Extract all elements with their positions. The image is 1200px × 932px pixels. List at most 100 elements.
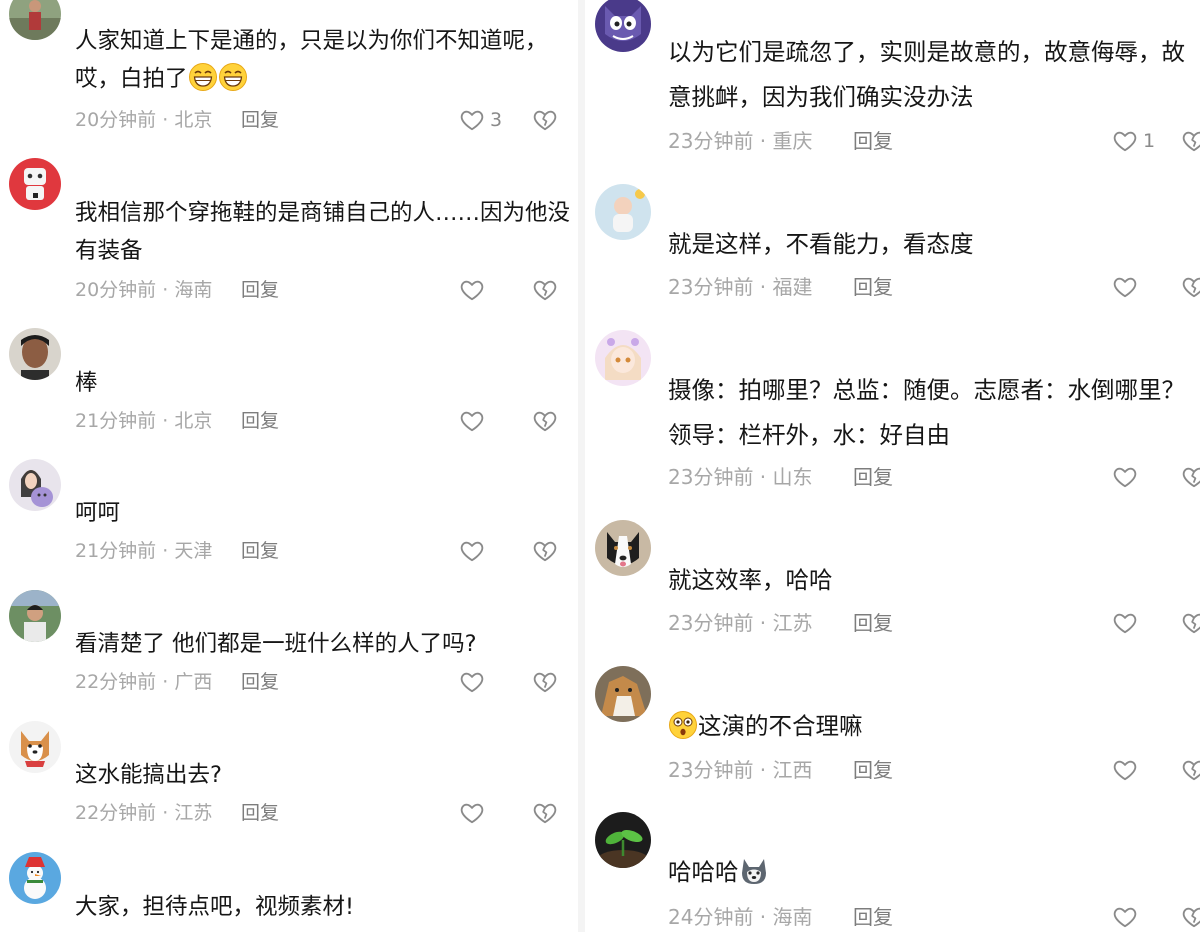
reply-button[interactable]: 回复 <box>853 608 893 638</box>
comment-text: 这演的不合理嘛 <box>668 704 1200 749</box>
like-button[interactable] <box>459 798 485 828</box>
reply-button[interactable]: 回复 <box>853 755 893 785</box>
like-button[interactable] <box>459 536 485 566</box>
comment-location: 福建 <box>772 275 813 299</box>
heart-icon <box>459 538 485 564</box>
comment-meta: 21分钟前 · 北京 <box>75 406 212 436</box>
reply-button[interactable]: 回复 <box>241 406 279 436</box>
avatar-snowman-icon[interactable] <box>9 852 61 904</box>
comment-meta: 23分钟前 · 江西 <box>668 755 813 785</box>
meta-separator: · <box>753 905 773 929</box>
like-button[interactable]: 1 <box>1112 126 1155 156</box>
dislike-button[interactable] <box>1181 272 1200 302</box>
avatar-girl-with-toy-icon[interactable] <box>9 459 61 511</box>
avatar-robot-logo-icon[interactable] <box>9 158 61 210</box>
comment-time: 23分钟前 <box>668 465 754 489</box>
like-button[interactable]: 3 <box>459 105 502 135</box>
comment-text-content: 摄像：拍哪里？总监：随便。志愿者：水倒哪里？领导：栏杆外，水：好自由 <box>668 376 1185 449</box>
comment-text: 人家知道上下是通的，只是以为你们不知道呢，哎，白拍了 <box>75 22 570 98</box>
comment-text-content: 呵呵 <box>75 500 121 526</box>
heart-icon <box>459 669 485 695</box>
dislike-button[interactable] <box>532 105 558 135</box>
broken-heart-icon <box>1181 128 1200 154</box>
meta-separator: · <box>156 279 175 301</box>
like-button[interactable] <box>459 667 485 697</box>
reply-button[interactable]: 回复 <box>241 105 279 135</box>
comment-meta: 23分钟前 · 山东 <box>668 462 813 492</box>
comment-text: 就是这样，不看能力，看态度 <box>668 222 1200 267</box>
avatar-anime-girl-icon[interactable] <box>595 330 651 386</box>
comment-text: 以为它们是疏忽了，实则是故意的，故意侮辱，故意挑衅，因为我们确实没办法 <box>668 30 1200 120</box>
reply-button[interactable]: 回复 <box>241 536 279 566</box>
comment-meta: 23分钟前 · 江苏 <box>668 608 813 638</box>
avatar-person-outdoor-icon[interactable] <box>9 0 61 40</box>
meta-separator: · <box>753 465 773 489</box>
comment-text: 棒 <box>75 364 570 402</box>
comment-location: 北京 <box>174 410 213 432</box>
reply-button[interactable]: 回复 <box>853 126 893 156</box>
avatar-dog-photo-icon[interactable] <box>595 666 651 722</box>
dislike-button[interactable] <box>1181 462 1200 492</box>
avatar-baby-icon[interactable] <box>595 184 651 240</box>
comment-meta: 20分钟前 · 海南 <box>75 275 212 305</box>
comment-text-content: 就这效率，哈哈 <box>668 566 833 594</box>
dislike-button[interactable] <box>532 406 558 436</box>
comment-location: 海南 <box>772 905 813 929</box>
dislike-button[interactable] <box>1181 608 1200 638</box>
comment-text-content: 哈哈哈 <box>668 858 739 886</box>
avatar-plant-sprout-icon[interactable] <box>595 812 651 868</box>
comment-text-content: 看清楚了 他们都是一班什么样的人了吗? <box>75 631 477 657</box>
comment-text: 就这效率，哈哈 <box>668 558 1200 603</box>
comment-location: 江苏 <box>174 802 213 824</box>
dislike-button[interactable] <box>532 667 558 697</box>
meta-separator: · <box>753 611 773 635</box>
comment-text: 哈哈哈 <box>668 850 1200 895</box>
meta-separator: · <box>156 802 175 824</box>
comment-text-content: 我相信那个穿拖鞋的是商铺自己的人……因为他没有装备 <box>75 200 571 264</box>
like-button[interactable] <box>1112 608 1138 638</box>
avatar-man-portrait-icon[interactable] <box>9 328 61 380</box>
heart-icon <box>1112 464 1138 490</box>
dislike-button[interactable] <box>532 275 558 305</box>
like-button[interactable] <box>1112 462 1138 492</box>
reply-button[interactable]: 回复 <box>853 462 893 492</box>
heart-icon <box>1112 274 1138 300</box>
dislike-button[interactable] <box>1181 755 1200 785</box>
broken-heart-icon <box>532 800 558 826</box>
like-button[interactable] <box>1112 272 1138 302</box>
heart-icon <box>459 277 485 303</box>
comment-column-left: 人家知道上下是通的，只是以为你们不知道呢，哎，白拍了 20分钟前 · 北京 回复 3 我… <box>0 0 578 932</box>
reply-button[interactable]: 回复 <box>241 275 279 305</box>
reply-button[interactable]: 回复 <box>853 902 893 932</box>
comment-text: 呵呵 <box>75 494 570 532</box>
reply-button[interactable]: 回复 <box>853 272 893 302</box>
avatar-cartoon-cat-icon[interactable] <box>595 0 651 52</box>
like-button[interactable] <box>1112 755 1138 785</box>
comment-meta: 24分钟前 · 海南 <box>668 902 813 932</box>
like-button[interactable] <box>459 275 485 305</box>
heart-icon <box>1112 757 1138 783</box>
comment-location: 山东 <box>772 465 813 489</box>
husky-emoji-icon <box>739 856 769 886</box>
dislike-button[interactable] <box>532 536 558 566</box>
avatar-dog-cartoon-icon[interactable] <box>9 721 61 773</box>
avatar-border-collie-icon[interactable] <box>595 520 651 576</box>
dislike-button[interactable] <box>1181 126 1200 156</box>
grin-emoji-icon <box>218 62 248 92</box>
like-button[interactable] <box>459 406 485 436</box>
comment-time: 23分钟前 <box>668 611 754 635</box>
reply-button[interactable]: 回复 <box>241 798 279 828</box>
dislike-button[interactable] <box>532 798 558 828</box>
comment-text: 大家，担待点吧，视频素材! <box>75 888 570 926</box>
comment-time: 24分钟前 <box>668 905 754 929</box>
meta-separator: · <box>753 275 773 299</box>
avatar-man-outdoor-icon[interactable] <box>9 590 61 642</box>
comment-time: 23分钟前 <box>668 758 754 782</box>
comment-location: 海南 <box>174 279 213 301</box>
comment-meta: 22分钟前 · 江苏 <box>75 798 212 828</box>
like-button[interactable] <box>1112 902 1138 932</box>
heart-icon <box>1112 610 1138 636</box>
comment-location: 广西 <box>174 671 213 693</box>
reply-button[interactable]: 回复 <box>241 667 279 697</box>
dislike-button[interactable] <box>1181 902 1200 932</box>
